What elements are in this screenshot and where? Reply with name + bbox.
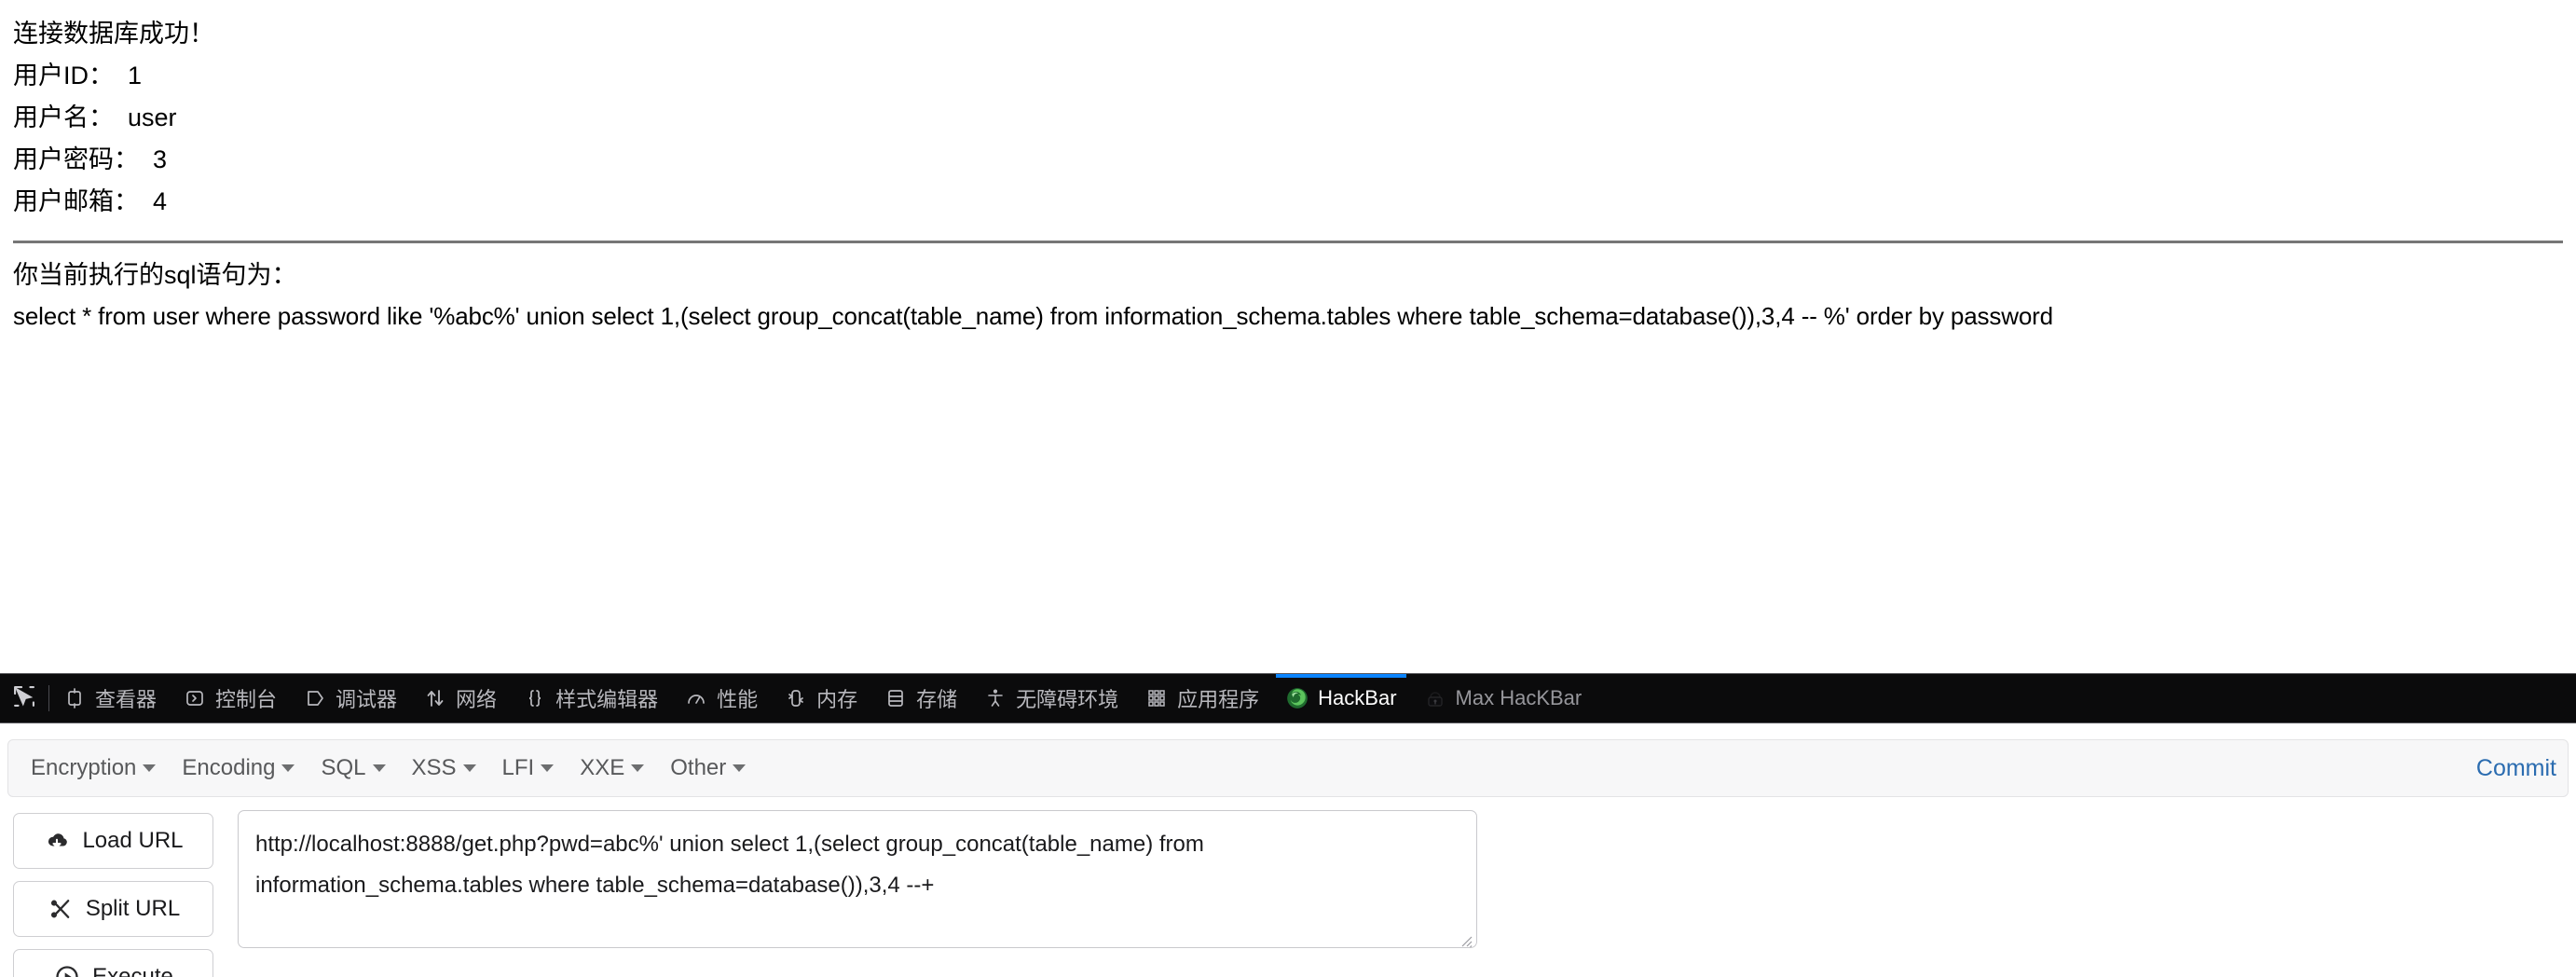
result-user-password: 用户密码： 3	[13, 145, 168, 173]
menu-label: LFI	[501, 755, 535, 780]
hackbar-body: Load URL Split URL Execute http://localh…	[0, 810, 2576, 977]
split-url-button[interactable]: Split URL	[13, 881, 213, 937]
chevron-down-icon	[631, 764, 645, 772]
load-url-button[interactable]: Load URL	[13, 813, 213, 869]
devtools-tab-label: 查看器	[95, 688, 158, 711]
devtools-tab-console[interactable]: 控制台	[170, 674, 290, 722]
devtools-tab-inspector[interactable]: 查看器	[49, 674, 170, 722]
menu-label: SQL	[321, 755, 366, 780]
menu-lfi[interactable]: LFI	[489, 750, 568, 787]
hackbar-firefox-icon	[1285, 686, 1309, 710]
commit-link[interactable]: Commit	[2476, 755, 2558, 782]
result-user-name: 用户名： user	[13, 103, 177, 131]
application-icon	[1144, 686, 1169, 710]
button-label: Split URL	[85, 896, 181, 921]
chevron-down-icon	[733, 764, 747, 772]
result-user-email: 用户邮箱： 4	[13, 187, 168, 215]
db-connection-status: 连接数据库成功！	[13, 20, 214, 48]
menu-label: XSS	[411, 755, 457, 780]
debugger-icon	[303, 686, 327, 710]
max-hackbar-lock-icon	[1423, 686, 1447, 710]
chevron-down-icon	[462, 764, 476, 772]
scissors-icon	[47, 895, 75, 923]
content-divider	[13, 241, 2563, 243]
devtools-tab-application[interactable]: 应用程序	[1131, 674, 1272, 722]
devtools-tab-list: 查看器 控制台 调试器 网络 样式编辑器 性能 内存 存储 无障碍环境 应用程序…	[49, 674, 2576, 722]
devtools-tab-hackbar[interactable]: HackBar	[1272, 674, 1409, 722]
chevron-down-icon	[541, 764, 555, 772]
menu-encoding[interactable]: Encoding	[169, 750, 308, 787]
url-field-wrapper	[238, 810, 1477, 953]
sql-statement: select * from user where password like '…	[13, 302, 2053, 330]
result-user-id: 用户ID： 1	[13, 62, 143, 89]
devtools-tab-label: 存储	[916, 688, 958, 711]
chevron-down-icon	[281, 764, 295, 772]
browser-page-content: 连接数据库成功！ 用户ID： 1 用户名： user 用户密码： 3 用户邮箱：…	[0, 0, 2576, 673]
menu-label: Encryption	[31, 755, 137, 780]
element-picker-icon	[11, 683, 37, 714]
play-circle-icon	[53, 963, 81, 977]
devtools-tab-label: 内存	[816, 688, 858, 711]
storage-icon	[884, 686, 908, 710]
menu-other[interactable]: Other	[657, 750, 759, 787]
menu-label: XXE	[580, 755, 625, 780]
button-label: Load URL	[82, 828, 184, 853]
hackbar-menubar: Encryption Encoding SQL XSS LFI XXE Othe…	[7, 739, 2569, 797]
menu-sql[interactable]: SQL	[308, 750, 398, 787]
execute-button[interactable]: Execute	[13, 949, 213, 977]
performance-icon	[684, 686, 708, 710]
hackbar-panel: Encryption Encoding SQL XSS LFI XXE Othe…	[0, 724, 2576, 977]
devtools-tab-label: HackBar	[1318, 686, 1397, 709]
menu-label: Other	[670, 755, 727, 780]
devtools-tab-label: 控制台	[215, 688, 278, 711]
menu-label: Encoding	[182, 755, 276, 780]
devtools-tab-network[interactable]: 网络	[410, 674, 510, 722]
devtools-tab-label: 样式编辑器	[555, 688, 659, 711]
button-label: Execute	[92, 964, 173, 977]
menu-xxe[interactable]: XXE	[567, 750, 657, 787]
inspector-icon	[62, 686, 87, 710]
memory-icon	[784, 686, 808, 710]
devtools-tab-label: 网络	[456, 688, 498, 711]
cloud-download-icon	[43, 827, 71, 855]
chevron-down-icon	[143, 764, 157, 772]
devtools-tab-accessibility[interactable]: 无障碍环境	[970, 674, 1131, 722]
menu-encryption[interactable]: Encryption	[18, 750, 169, 787]
element-picker-button[interactable]	[0, 674, 48, 722]
network-icon	[423, 686, 447, 710]
chevron-down-icon	[372, 764, 386, 772]
devtools-tab-debugger[interactable]: 调试器	[290, 674, 410, 722]
devtools-tab-label: 无障碍环境	[1016, 688, 1119, 711]
devtools-tab-label: Max HacKBar	[1455, 686, 1583, 709]
hackbar-action-buttons: Load URL Split URL Execute	[13, 810, 213, 977]
accessibility-icon	[983, 686, 1007, 710]
url-input[interactable]	[238, 810, 1477, 948]
devtools-tab-style-editor[interactable]: 样式编辑器	[510, 674, 671, 722]
sql-label: 你当前执行的sql语句为：	[13, 261, 297, 289]
devtools-tab-max-hackbar[interactable]: Max HacKBar	[1410, 674, 1596, 722]
devtools-toolbar: 查看器 控制台 调试器 网络 样式编辑器 性能 内存 存储 无障碍环境 应用程序…	[0, 673, 2576, 723]
devtools-tab-memory[interactable]: 内存	[771, 674, 870, 722]
menu-xss[interactable]: XSS	[399, 750, 489, 787]
devtools-tab-label: 调试器	[336, 688, 398, 711]
devtools-tab-label: 性能	[717, 688, 759, 711]
devtools-tab-label: 应用程序	[1177, 688, 1260, 711]
console-icon	[183, 686, 207, 710]
style-editor-icon	[523, 686, 547, 710]
devtools-tab-storage[interactable]: 存储	[870, 674, 970, 722]
devtools-tab-performance[interactable]: 性能	[671, 674, 771, 722]
